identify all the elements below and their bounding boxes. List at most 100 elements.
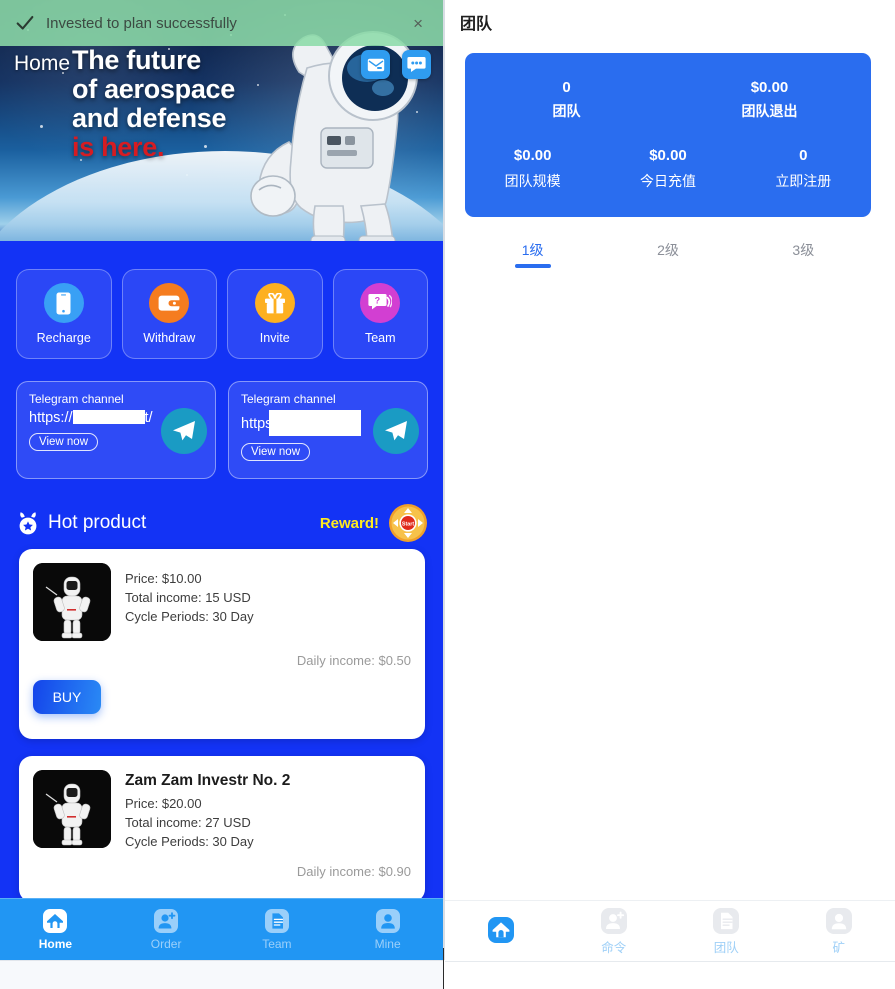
tab-level-3[interactable]: 3级 [736, 240, 871, 268]
left-panel-underflow [0, 960, 443, 989]
action-recharge[interactable]: Recharge [16, 269, 112, 359]
product-cycle: Cycle Periods: 30 Day [125, 608, 254, 624]
redacted-box [72, 410, 145, 424]
stat-today-recharge: $0.00 今日充值 [600, 147, 735, 191]
redacted-box [269, 410, 362, 436]
stat-team-size: $0.00 团队规模 [465, 147, 600, 191]
question-chat-icon: ? [360, 283, 401, 323]
svg-text:?: ? [375, 296, 381, 306]
reward-label: Reward! [319, 514, 379, 532]
product-card[interactable]: Price: $10.00 Total income: 15 USD Cycle… [19, 549, 425, 739]
buy-button[interactable]: BUY [33, 680, 101, 714]
action-label: Recharge [36, 331, 91, 345]
wallet-icon [149, 283, 190, 323]
product-daily-income: Daily income: $0.90 [296, 863, 411, 879]
url-suffix: t/ [144, 410, 153, 426]
nav-item-team[interactable]: 团队 [670, 907, 783, 956]
level-tabs: 1级 2级 3级 [465, 240, 871, 268]
nav-label: Mine [374, 937, 401, 951]
hero-line-2: of aerospace [72, 73, 235, 104]
product-price: Price: $10.00 [125, 571, 202, 586]
view-now-button[interactable]: View now [241, 443, 311, 461]
view-now-button[interactable]: View now [29, 433, 99, 451]
team-stats-card: 0 团队 $0.00 团队退出 $0.00 团队规模 $0.00 今日充值 0 … [465, 53, 871, 217]
action-withdraw[interactable]: Withdraw [121, 269, 217, 359]
action-invite[interactable]: Invite [227, 269, 323, 359]
tab-level-1[interactable]: 1级 [465, 240, 600, 268]
hero-icon-group [361, 50, 431, 79]
check-icon [16, 15, 34, 30]
stat-value: $0.00 [513, 147, 552, 164]
nav-label: Home [38, 937, 73, 951]
page-title: Home [14, 52, 71, 75]
nav-item-mine[interactable]: Mine [332, 908, 443, 951]
telegram-card-row: Telegram channel https:// t/ View now Tel… [16, 381, 428, 479]
telegram-title: Telegram channel [241, 392, 336, 406]
user-plus-icon [154, 909, 179, 933]
quick-action-row: Recharge Withdraw Invite ? Team [16, 269, 428, 359]
nav-item-home[interactable] [445, 916, 558, 946]
nav-item-order[interactable]: Order [111, 908, 222, 951]
document-icon [264, 909, 289, 933]
telegram-plane-icon [373, 408, 419, 454]
telegram-title: Telegram channel [29, 392, 124, 406]
stat-value: 0 [799, 147, 808, 164]
right-web-panel: 团队 0 团队 $0.00 团队退出 $0.00 团队规模 $0.00 今日充值… [445, 0, 895, 989]
hot-product-header: Hot product Reward! Start [16, 503, 428, 543]
action-label: Invite [259, 331, 290, 345]
hot-product-title: Hot product [48, 512, 147, 533]
product-total-income: Total income: 27 USD [125, 814, 251, 830]
nav-label: 矿 [832, 940, 845, 955]
stat-label: 今日充值 [639, 173, 696, 189]
mail-icon[interactable] [361, 50, 390, 79]
svg-text:Start: Start [402, 522, 414, 528]
telegram-card-2[interactable]: Telegram channel https View now [228, 381, 428, 479]
product-info: Price: $10.00 Total income: 15 USD Cycle… [125, 563, 254, 641]
gift-icon [254, 283, 295, 323]
hero-line-3: and defense [72, 102, 227, 133]
nav-item-command[interactable]: 命令 [558, 907, 671, 956]
home-icon [488, 917, 515, 943]
home-icon [43, 909, 68, 933]
nav-label: 团队 [713, 940, 739, 955]
reward-wheel-button[interactable]: Start [388, 503, 428, 543]
action-team[interactable]: ? Team [332, 269, 428, 359]
stat-value: $0.00 [750, 79, 789, 96]
telegram-plane-icon [161, 408, 207, 454]
tab-level-2[interactable]: 2级 [600, 240, 735, 268]
phone-icon [43, 283, 84, 323]
stat-label: 立即注册 [775, 173, 832, 189]
product-thumbnail [33, 770, 111, 848]
document-icon [713, 907, 740, 934]
product-thumbnail [33, 563, 111, 641]
product-card[interactable]: Zam Zam Investr No. 2 Price: $20.00 Tota… [19, 756, 425, 902]
telegram-card-1[interactable]: Telegram channel https:// t/ View now [16, 381, 216, 479]
nav-item-mine[interactable]: 矿 [783, 907, 895, 956]
product-name: Zam Zam Investr No. 2 [125, 772, 291, 789]
chat-icon[interactable] [402, 50, 431, 79]
close-icon[interactable]: × [407, 11, 429, 36]
left-bottom-nav: Home Order Team Mine [0, 898, 443, 960]
nav-item-home[interactable]: Home [0, 908, 111, 951]
action-label: Withdraw [143, 331, 196, 345]
team-page-title: 团队 [460, 16, 493, 33]
medal-star-icon [19, 512, 37, 535]
user-icon [825, 907, 852, 934]
hero-line-4: is here. [72, 131, 165, 162]
product-price: Price: $20.00 [125, 796, 202, 811]
nav-label: Team [262, 937, 292, 951]
hero-line-1: The future [72, 45, 201, 75]
hero-headline: The future of aerospace and defense is h… [72, 46, 235, 162]
product-total-income: Total income: 15 USD [125, 589, 251, 605]
stat-team-exit: $0.00 团队退出 [668, 79, 871, 121]
toast-message: Invested to plan successfully [46, 14, 237, 32]
stat-label: 团队规模 [504, 173, 561, 189]
stat-team: 0 团队 [465, 79, 668, 121]
url-prefix: https:// [29, 410, 73, 426]
url-prefix: https [241, 416, 273, 432]
product-info: Zam Zam Investr No. 2 Price: $20.00 Tota… [125, 770, 290, 852]
left-mobile-panel: Home The future of aerospace and defense… [0, 0, 443, 960]
user-icon [375, 909, 400, 933]
app-screen: Home The future of aerospace and defense… [0, 0, 895, 989]
nav-item-team[interactable]: Team [222, 908, 333, 951]
